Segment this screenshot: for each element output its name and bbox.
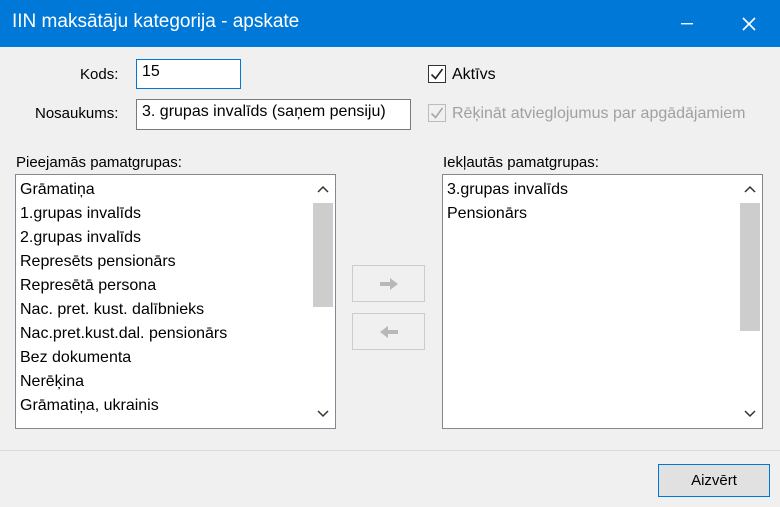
chevron-down-icon [317,410,329,418]
aktivs-label: Aktīvs [452,66,496,83]
aktivs-checkbox[interactable] [428,65,446,83]
list-item[interactable]: 3.grupas invalīds [446,178,741,202]
list-item[interactable]: Represēts pensionārs [19,250,314,274]
list-item[interactable]: 1.grupas invalīds [19,202,314,226]
minimize-icon [681,22,693,24]
move-left-button[interactable] [352,313,425,350]
list-item[interactable]: 2.grupas invalīds [19,226,314,250]
kods-label: Kods: [80,66,119,83]
included-groups-list[interactable]: 3.grupas invalīds Pensionārs [442,174,763,429]
close-button[interactable] [726,0,772,47]
minimize-button[interactable] [664,0,710,47]
list-item[interactable]: Nerēķina [19,370,314,394]
list-item[interactable]: Bez dokumenta [19,346,314,370]
chevron-down-icon [744,410,756,418]
available-groups-list[interactable]: Grāmatiņa 1.grupas invalīds 2.grupas inval… [15,174,336,429]
rekinat-label: Rēķināt atvieglojumus par apgādājamiem [452,105,746,122]
list-item[interactable]: Represētā persona [19,274,314,298]
available-items: Grāmatiņa 1.grupas invalīds 2.grupas inval… [16,175,317,421]
list-item[interactable]: Nac.pret.kust.dal. pensionārs [19,322,314,346]
list-item[interactable]: Nac. pret. kust. dalībnieks [19,298,314,322]
rekinat-checkbox [428,104,446,122]
close-dialog-button[interactable]: Aizvērt [658,464,770,497]
list-item[interactable]: Grāmatiņa, ukrainis [19,394,314,418]
scroll-thumb[interactable] [740,203,760,331]
arrow-right-icon [379,277,398,290]
footer-separator [0,450,780,451]
available-groups-label: Pieejamās pamatgrupas: [16,154,182,171]
window-title: IIN maksātāju kategorija - apskate [12,11,300,32]
move-right-button[interactable] [352,265,425,302]
arrow-left-icon [379,325,398,338]
close-icon [742,16,756,31]
chevron-up-icon [744,185,756,193]
list-item[interactable]: Grāmatiņa [19,178,314,202]
kods-field[interactable]: 15 [136,59,241,89]
nosaukums-label: Nosaukums: [35,105,119,122]
available-scrollbar[interactable] [311,175,335,428]
scroll-up-button[interactable] [738,177,762,201]
scroll-down-button[interactable] [311,402,335,426]
list-item[interactable]: Pensionārs [446,202,741,226]
scroll-down-button[interactable] [738,402,762,426]
included-items: 3.grupas invalīds Pensionārs [443,175,744,229]
checkmark-icon [430,107,444,119]
scroll-thumb[interactable] [313,203,333,307]
checkmark-icon [430,68,444,80]
included-scrollbar[interactable] [738,175,762,428]
scroll-up-button[interactable] [311,177,335,201]
title-bar: IIN maksātāju kategorija - apskate [0,0,780,47]
nosaukums-field[interactable]: 3. grupas invalīds (saņem pensiju) [136,99,411,130]
chevron-up-icon [317,185,329,193]
included-groups-label: Iekļautās pamatgrupas: [443,154,599,171]
